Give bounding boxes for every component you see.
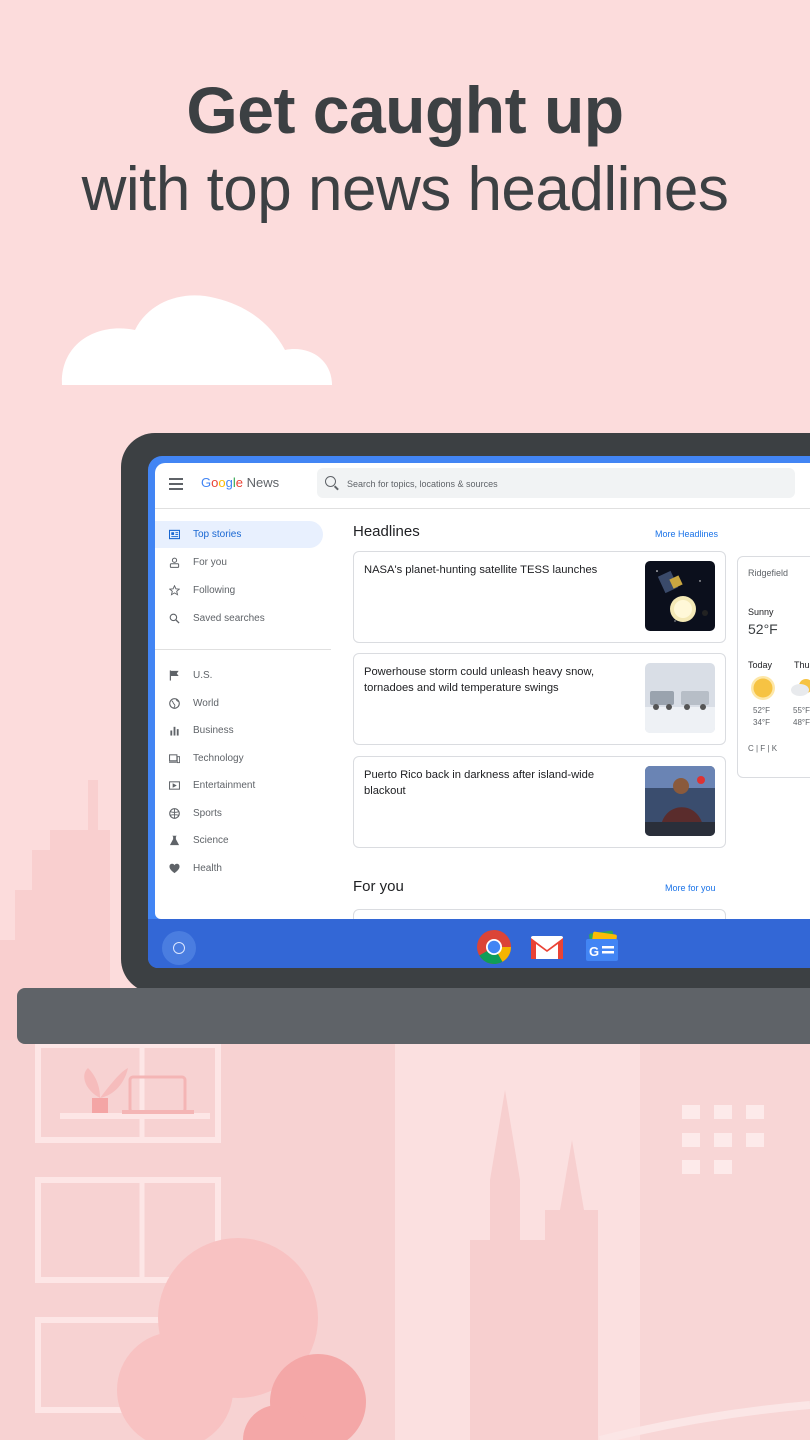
google-news-app: Google News Top stories For you Followin…: [155, 463, 810, 919]
for-you-title: For you: [353, 878, 404, 895]
search-input[interactable]: [345, 468, 789, 500]
sidebar-item-saved-searches[interactable]: Saved searches: [155, 605, 323, 632]
ball-icon: [169, 808, 180, 819]
weather-card[interactable]: Ridgefield Sunny 52°F Today Thu 52°F 34°…: [737, 556, 810, 778]
partly-cloudy-icon: [791, 679, 810, 696]
weather-next-low: 48°F: [793, 718, 810, 727]
hero-title: Get caught up: [186, 73, 624, 147]
sidebar-item-entertainment[interactable]: Entertainment: [155, 772, 323, 799]
headline-title: Puerto Rico back in darkness after islan…: [364, 769, 595, 797]
headline-card[interactable]: Powerhouse storm could unleash heavy sno…: [353, 653, 726, 745]
weather-condition: Sunny: [748, 607, 774, 617]
google-wordmark-letter: e: [235, 475, 243, 490]
chrome-icon[interactable]: [476, 929, 512, 965]
news-wordmark: News: [246, 475, 280, 490]
google-wordmark-letter: G: [201, 475, 212, 490]
heart-icon: [169, 863, 180, 874]
laptop-base: [17, 988, 810, 1044]
blackout-thumbnail: [645, 766, 715, 836]
weather-temperature: 52°F: [748, 621, 778, 637]
satellite-thumbnail: [645, 561, 715, 631]
more-headlines-link[interactable]: More Headlines: [655, 529, 718, 539]
temperature-unit-toggle[interactable]: C | F | K: [748, 744, 777, 753]
google-news-logo[interactable]: Google News: [201, 475, 279, 490]
search-icon: [169, 613, 180, 624]
sidebar-item-label: Following: [193, 585, 236, 596]
sidebar-item-business[interactable]: Business: [155, 717, 323, 744]
google-wordmark-letter: g: [225, 475, 233, 490]
google-news-app-icon[interactable]: G: [584, 929, 620, 965]
star-icon: [169, 585, 180, 596]
launcher-button[interactable]: [162, 931, 196, 965]
search-icon: [325, 476, 336, 487]
sidebar-item-label: U.S.: [193, 670, 213, 681]
flask-icon: [169, 835, 180, 846]
weather-today-low: 34°F: [753, 718, 770, 727]
laptop-screen: Google News Top stories For you Followin…: [148, 456, 810, 968]
weather-location: Ridgefield: [748, 568, 789, 578]
gmail-icon[interactable]: [529, 929, 565, 965]
bar-chart-icon: [170, 726, 179, 736]
newspaper-icon: [169, 529, 180, 540]
sidebar-divider: [155, 649, 331, 650]
for-you-card[interactable]: [353, 909, 726, 919]
headline-title: NASA's planet-hunting satellite TESS lau…: [364, 564, 598, 576]
hero-subtitle: with top news headlines: [81, 155, 729, 224]
sidebar-item-following[interactable]: Following: [155, 577, 323, 604]
sidebar-item-label: Entertainment: [193, 780, 256, 791]
sidebar-item-label: Sports: [193, 808, 222, 819]
sidebar-item-label: Health: [193, 863, 222, 874]
devices-icon: [169, 754, 180, 764]
film-icon: [169, 781, 180, 790]
globe-icon: [169, 698, 180, 709]
sidebar-item-world[interactable]: World: [155, 690, 323, 717]
sidebar-item-label: For you: [193, 557, 227, 568]
headline-title: Powerhouse storm could unleash heavy sno…: [364, 666, 595, 694]
sun-icon: [751, 676, 775, 700]
os-shelf: G: [148, 919, 810, 968]
sidebar-item-label: Top stories: [193, 529, 242, 540]
svg-text:G: G: [589, 944, 599, 959]
hamburger-menu-icon[interactable]: [169, 478, 183, 490]
sidebar-item-label: Saved searches: [193, 613, 265, 624]
headline-card[interactable]: Puerto Rico back in darkness after islan…: [353, 756, 726, 848]
sidebar-item-health[interactable]: Health: [155, 855, 323, 882]
sidebar-item-label: Technology: [193, 753, 244, 764]
snowstorm-thumbnail: [645, 663, 715, 733]
person-icon: [169, 557, 180, 568]
sidebar-item-for-you[interactable]: For you: [155, 549, 323, 576]
weather-today-label: Today: [748, 660, 773, 670]
sidebar: Top stories For you Following Saved sear…: [155, 509, 331, 919]
headlines-title: Headlines: [353, 523, 420, 540]
sidebar-item-label: Science: [193, 835, 229, 846]
app-header: Google News: [155, 463, 810, 509]
search-bar[interactable]: [317, 468, 795, 500]
weather-today-high: 52°F: [753, 706, 770, 715]
sidebar-item-top-stories[interactable]: Top stories: [155, 521, 323, 548]
cloud-illustration: [61, 295, 332, 385]
sidebar-item-sports[interactable]: Sports: [155, 800, 323, 827]
headline-card[interactable]: NASA's planet-hunting satellite TESS lau…: [353, 551, 726, 643]
more-for-you-link[interactable]: More for you: [665, 883, 716, 893]
sidebar-item-technology[interactable]: Technology: [155, 745, 323, 772]
google-wordmark-letter: o: [218, 475, 226, 490]
flag-icon: [169, 670, 179, 681]
sidebar-item-label: World: [193, 698, 219, 709]
sidebar-item-us[interactable]: U.S.: [155, 662, 323, 689]
weather-next-day-label: Thu: [794, 660, 810, 670]
weather-next-high: 55°F: [793, 706, 810, 715]
sidebar-item-science[interactable]: Science: [155, 827, 323, 854]
sidebar-item-label: Business: [193, 725, 234, 736]
google-wordmark: Google: [201, 475, 243, 490]
